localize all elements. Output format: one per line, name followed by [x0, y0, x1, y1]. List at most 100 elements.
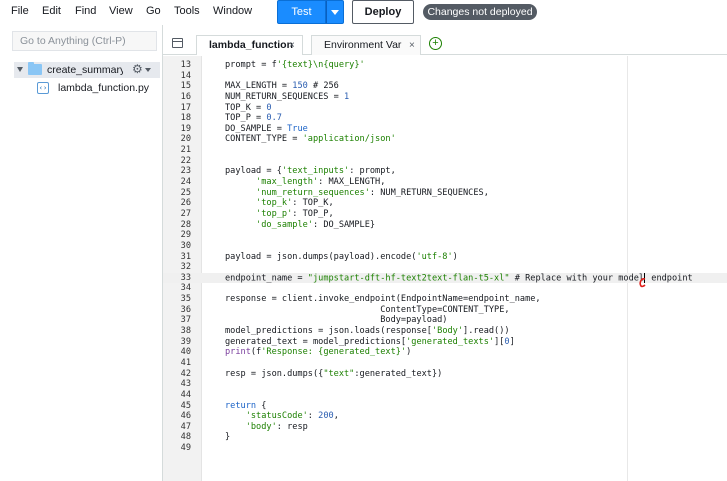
line-number: 41: [180, 357, 191, 368]
code-text: 'do_sample': DO_SAMPLE}: [225, 220, 375, 231]
code-line[interactable]: 48}: [163, 432, 727, 443]
code-line[interactable]: 36 ContentType=CONTENT_TYPE,: [163, 305, 727, 316]
code-line[interactable]: 35 response = client.invoke_endpoint(Endp…: [163, 294, 727, 305]
code-line[interactable]: 42 resp = json.dumps({"text":generated_te…: [163, 369, 727, 380]
editor-menu-icon[interactable]: [172, 38, 183, 48]
python-file-icon: ‹›: [37, 82, 49, 94]
code-line[interactable]: 43: [163, 379, 727, 390]
test-dropdown-button[interactable]: [326, 0, 344, 24]
code-line[interactable]: 29: [163, 230, 727, 241]
code-token: True: [287, 123, 308, 134]
code-line[interactable]: 13 prompt = f'{text}\n{query}': [163, 60, 727, 71]
line-number: 48: [180, 432, 191, 443]
code-token: 'application/json': [302, 134, 396, 145]
gear-icon[interactable]: ⚙: [132, 62, 143, 76]
close-icon[interactable]: ×: [289, 36, 295, 55]
menu-go[interactable]: Go: [146, 5, 161, 17]
code-text: 'top_p': TOP_P,: [225, 209, 334, 220]
code-line[interactable]: 26 'top_k': TOP_K,: [163, 198, 727, 209]
code-line[interactable]: 14: [163, 71, 727, 82]
folder-label: create_summary_fu: [47, 64, 123, 76]
code-line[interactable]: 41: [163, 358, 727, 369]
menu-find[interactable]: Find: [75, 5, 96, 17]
code-token: : MAX_LENGTH,: [318, 177, 386, 188]
code-line[interactable]: 17 TOP_K = 0: [163, 103, 727, 114]
code-token: : TOP_K,: [292, 198, 334, 209]
deploy-button[interactable]: Deploy: [352, 0, 414, 24]
code-line[interactable]: 28 'do_sample': DO_SAMPLE}: [163, 220, 727, 231]
code-text: print(f'Response: {generated_text}'): [225, 347, 411, 358]
line-number: 40: [180, 347, 191, 358]
code-line[interactable]: 20 CONTENT_TYPE = 'application/json': [163, 134, 727, 145]
menu-tools[interactable]: Tools: [174, 5, 200, 17]
line-number: 49: [180, 443, 191, 454]
code-token: ,: [333, 411, 339, 422]
code-text: 'top_k': TOP_K,: [225, 198, 334, 209]
code-lines: 13 prompt = f'{text}\n{query}' 14 15 MAX_LEN…: [163, 60, 727, 454]
code-line[interactable]: 16 NUM_RETURN_SEQUENCES = 1: [163, 92, 727, 103]
menu-file[interactable]: File: [11, 5, 29, 17]
code-line[interactable]: 37 Body=payload): [163, 315, 727, 326]
plus-circle-icon[interactable]: +: [429, 37, 442, 50]
code-token: response = client.invoke_endpoint(Endpoi…: [225, 294, 541, 305]
code-line[interactable]: 45 return {: [163, 401, 727, 412]
code-token: ): [406, 347, 412, 358]
line-number: 47: [180, 421, 191, 432]
code-line[interactable]: 15 MAX_LENGTH = 150 # 256: [163, 81, 727, 92]
code-token: generated_text = model_predictions[: [225, 336, 407, 347]
code-line[interactable]: 38 model_predictions = json.loads(respons…: [163, 326, 727, 337]
code-text: DO_SAMPLE = True: [225, 124, 308, 135]
code-line[interactable]: 44: [163, 390, 727, 401]
code-line[interactable]: 19 DO_SAMPLE = True: [163, 124, 727, 135]
caret-down-icon[interactable]: [17, 67, 23, 72]
code-line[interactable]: 46 'statusCode': 200,: [163, 411, 727, 422]
code-token: : prompt,: [349, 166, 396, 177]
close-icon[interactable]: ×: [409, 36, 415, 55]
tab-lambda-function[interactable]: lambda_function ×: [196, 35, 303, 55]
code-line[interactable]: 31 payload = json.dumps(payload).encode('…: [163, 252, 727, 263]
code-token: MAX_LENGTH =: [225, 81, 293, 92]
code-line[interactable]: 23 payload = {'text_inputs': prompt,: [163, 166, 727, 177]
folder-icon: [28, 62, 42, 75]
line-number: 32: [180, 262, 191, 273]
code-line[interactable]: 24 'max_length': MAX_LENGTH,: [163, 177, 727, 188]
caret-down-icon: [331, 10, 339, 15]
code-token: TOP_P =: [225, 113, 267, 124]
code-token: # 256: [307, 81, 339, 92]
code-text: NUM_RETURN_SEQUENCES = 1: [225, 92, 349, 103]
tree-folder-item[interactable]: create_summary_fu ⚙: [14, 62, 160, 78]
test-button[interactable]: Test: [277, 0, 326, 24]
code-line[interactable]: 22: [163, 156, 727, 167]
code-token: ): [452, 251, 458, 262]
goto-anything-input[interactable]: Go to Anything (Ctrl-P): [12, 31, 157, 51]
code-token: 0: [266, 102, 272, 113]
code-line[interactable]: 39 generated_text = model_predictions['ge…: [163, 337, 727, 348]
code-token: 'top_k': [256, 198, 293, 209]
caret-down-icon[interactable]: [145, 68, 151, 72]
code-line[interactable]: 18 TOP_P = 0.7: [163, 113, 727, 124]
code-token: 'num_return_sequences': [256, 187, 370, 198]
code-line[interactable]: 30: [163, 241, 727, 252]
code-line[interactable]: 25 'num_return_sequences': NUM_RETURN_SE…: [163, 188, 727, 199]
code-line[interactable]: 21: [163, 145, 727, 156]
code-text: resp = json.dumps({"text":generated_text…: [225, 369, 442, 380]
code-line[interactable]: 32: [163, 262, 727, 273]
line-number: 44: [180, 389, 191, 400]
menu-view[interactable]: View: [109, 5, 133, 17]
tab-environment-var[interactable]: Environment Var ×: [311, 35, 421, 55]
code-token: 200: [318, 411, 334, 422]
code-token: 1: [344, 91, 350, 102]
menu-bar: File Edit Find View Go Tools Window Test…: [0, 0, 727, 25]
code-line[interactable]: 49: [163, 443, 727, 454]
code-token: 150: [292, 81, 308, 92]
code-line[interactable]: 47 'body': resp: [163, 422, 727, 433]
code-editor[interactable]: 13 prompt = f'{text}\n{query}' 14 15 MAX_LEN…: [163, 56, 727, 481]
menu-window[interactable]: Window: [213, 5, 252, 17]
code-line[interactable]: 27 'top_p': TOP_P,: [163, 209, 727, 220]
line-number: 18: [180, 113, 191, 124]
menu-edit[interactable]: Edit: [42, 5, 61, 17]
code-line[interactable]: 40 print(f'Response: {generated_text}'): [163, 347, 727, 358]
